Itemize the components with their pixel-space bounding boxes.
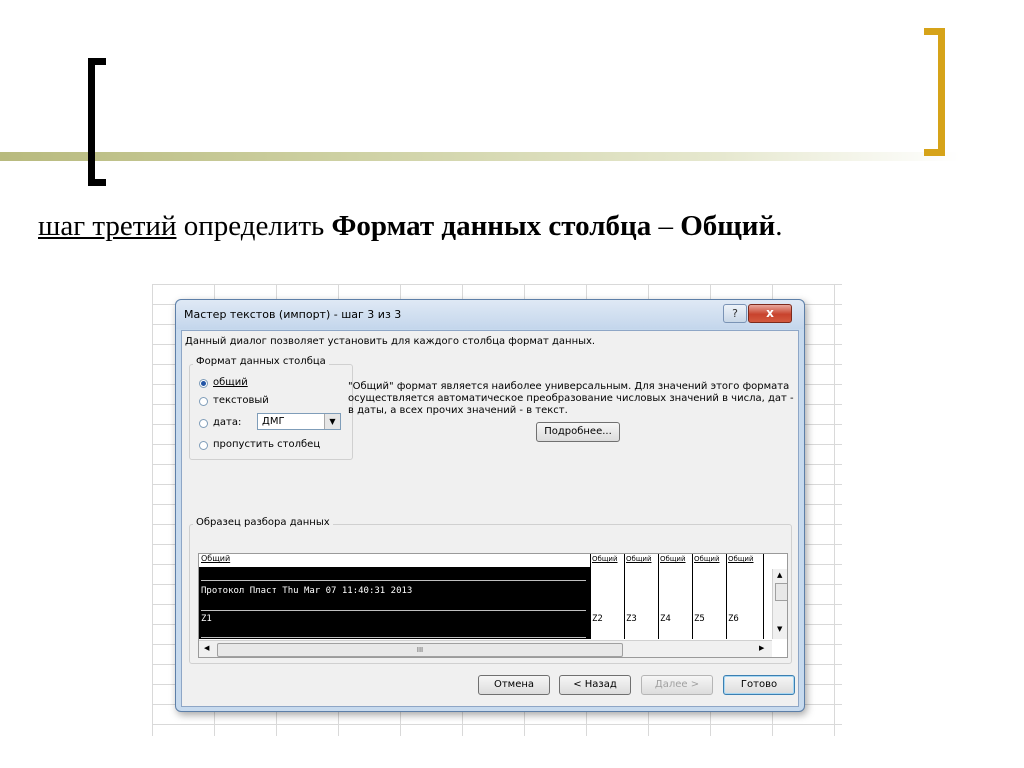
radio-general-indicator[interactable] bbox=[199, 379, 208, 388]
preview-column[interactable]: Общий Z5 bbox=[692, 554, 726, 639]
header-band bbox=[0, 152, 960, 161]
preview-column-header[interactable]: Общий bbox=[728, 555, 754, 563]
format-info-line-1: "Общий" формат является наиболее универс… bbox=[348, 381, 790, 392]
preview-cell: Z6 bbox=[728, 614, 739, 624]
heading-format-value: Общий bbox=[680, 210, 776, 242]
date-format-combo[interactable]: ДМГ ▼ bbox=[257, 413, 341, 430]
horizontal-scroll-thumb[interactable]: III bbox=[217, 643, 623, 657]
heading-step: шаг третий bbox=[38, 210, 177, 242]
next-button[interactable]: Далее > bbox=[641, 675, 713, 695]
preview-cell: Z1 bbox=[201, 614, 212, 624]
column-format-group-label: Формат данных столбца bbox=[193, 356, 329, 367]
heading-verb: определить bbox=[176, 210, 332, 242]
radio-skip-label[interactable]: пропустить столбец bbox=[213, 439, 320, 450]
text-import-wizard-dialog: Мастер текстов (импорт) - шаг 3 из 3 ? x… bbox=[175, 299, 805, 712]
scroll-up-arrow-icon[interactable]: ▲ bbox=[777, 571, 782, 579]
dialog-body: Данный диалог позволяет установить для к… bbox=[181, 330, 799, 707]
preview-cell: Z2 bbox=[592, 614, 603, 624]
dialog-description: Данный диалог позволяет установить для к… bbox=[185, 336, 596, 347]
dialog-title: Мастер текстов (импорт) - шаг 3 из 3 bbox=[184, 308, 402, 321]
preview-column-header[interactable]: Общий bbox=[592, 555, 618, 563]
close-button[interactable]: x bbox=[748, 304, 792, 323]
help-button[interactable]: ? bbox=[723, 304, 747, 323]
cancel-button[interactable]: Отмена bbox=[478, 675, 550, 695]
details-button[interactable]: Подробнее... bbox=[536, 422, 620, 442]
preview-cell: Протокол Пласт Thu Mar 07 11:40:31 2013 bbox=[201, 586, 413, 596]
finish-button[interactable]: Готово bbox=[723, 675, 795, 695]
preview-column-header[interactable]: Общий bbox=[626, 555, 652, 563]
scroll-right-arrow-icon[interactable]: ▶ bbox=[759, 644, 764, 652]
format-info-line-2: осуществляется автоматическое преобразов… bbox=[348, 393, 794, 404]
preview-column[interactable]: Общий Z4 bbox=[658, 554, 692, 639]
right-bracket-decoration bbox=[924, 28, 945, 156]
heading-format-label: Формат данных столбца bbox=[331, 210, 652, 242]
preview-column-header[interactable]: Общий bbox=[660, 555, 686, 563]
preview-column[interactable]: Общий Z3 bbox=[624, 554, 658, 639]
preview-row-divider bbox=[201, 610, 586, 611]
preview-row-divider bbox=[201, 580, 586, 581]
preview-column[interactable]: Общий Z2 bbox=[590, 554, 624, 639]
preview-row-divider bbox=[201, 637, 586, 638]
scroll-down-arrow-icon[interactable]: ▼ bbox=[777, 625, 782, 633]
radio-general-label[interactable]: общий bbox=[213, 377, 248, 388]
slide-heading: шаг третий определить Формат данных стол… bbox=[38, 210, 782, 243]
left-bracket-decoration bbox=[88, 58, 106, 186]
preview-cell: Z4 bbox=[660, 614, 671, 624]
format-info-line-3: в даты, а всех прочих значений - в текст… bbox=[348, 405, 568, 416]
preview-vertical-scrollbar[interactable]: ▲ ▼ bbox=[772, 569, 787, 639]
radio-date-label[interactable]: дата: bbox=[213, 417, 241, 428]
radio-text-label[interactable]: текстовый bbox=[213, 395, 269, 406]
preview-column-header[interactable]: Общий bbox=[201, 554, 230, 566]
radio-skip-indicator[interactable] bbox=[199, 441, 208, 450]
heading-dash: – bbox=[651, 210, 681, 242]
radio-date-indicator[interactable] bbox=[199, 419, 208, 428]
preview-cell: Z5 bbox=[694, 614, 705, 624]
dropdown-arrow-icon[interactable]: ▼ bbox=[324, 414, 340, 429]
preview-cell: Z3 bbox=[626, 614, 637, 624]
radio-text-indicator[interactable] bbox=[199, 397, 208, 406]
scroll-left-arrow-icon[interactable]: ◀ bbox=[204, 644, 209, 652]
back-button[interactable]: < Назад bbox=[559, 675, 631, 695]
preview-column-header[interactable]: Общий bbox=[694, 555, 720, 563]
date-format-value: ДМГ bbox=[262, 416, 285, 427]
preview-column-general[interactable]: Общий Протокол Пласт Thu Mar 07 11:40:31… bbox=[199, 554, 590, 639]
dialog-titlebar[interactable]: Мастер текстов (импорт) - шаг 3 из 3 ? x bbox=[176, 300, 804, 329]
preview-column[interactable]: Общий Z6 bbox=[726, 554, 764, 639]
preview-column-selected-fill bbox=[199, 567, 590, 639]
heading-period: . bbox=[775, 210, 783, 242]
data-preview-group-label: Образец разбора данных bbox=[193, 517, 333, 528]
preview-horizontal-scrollbar[interactable]: ◀ III ▶ bbox=[199, 640, 772, 657]
data-preview-table[interactable]: Общий Протокол Пласт Thu Mar 07 11:40:31… bbox=[198, 553, 788, 658]
vertical-scroll-thumb[interactable] bbox=[775, 583, 787, 601]
